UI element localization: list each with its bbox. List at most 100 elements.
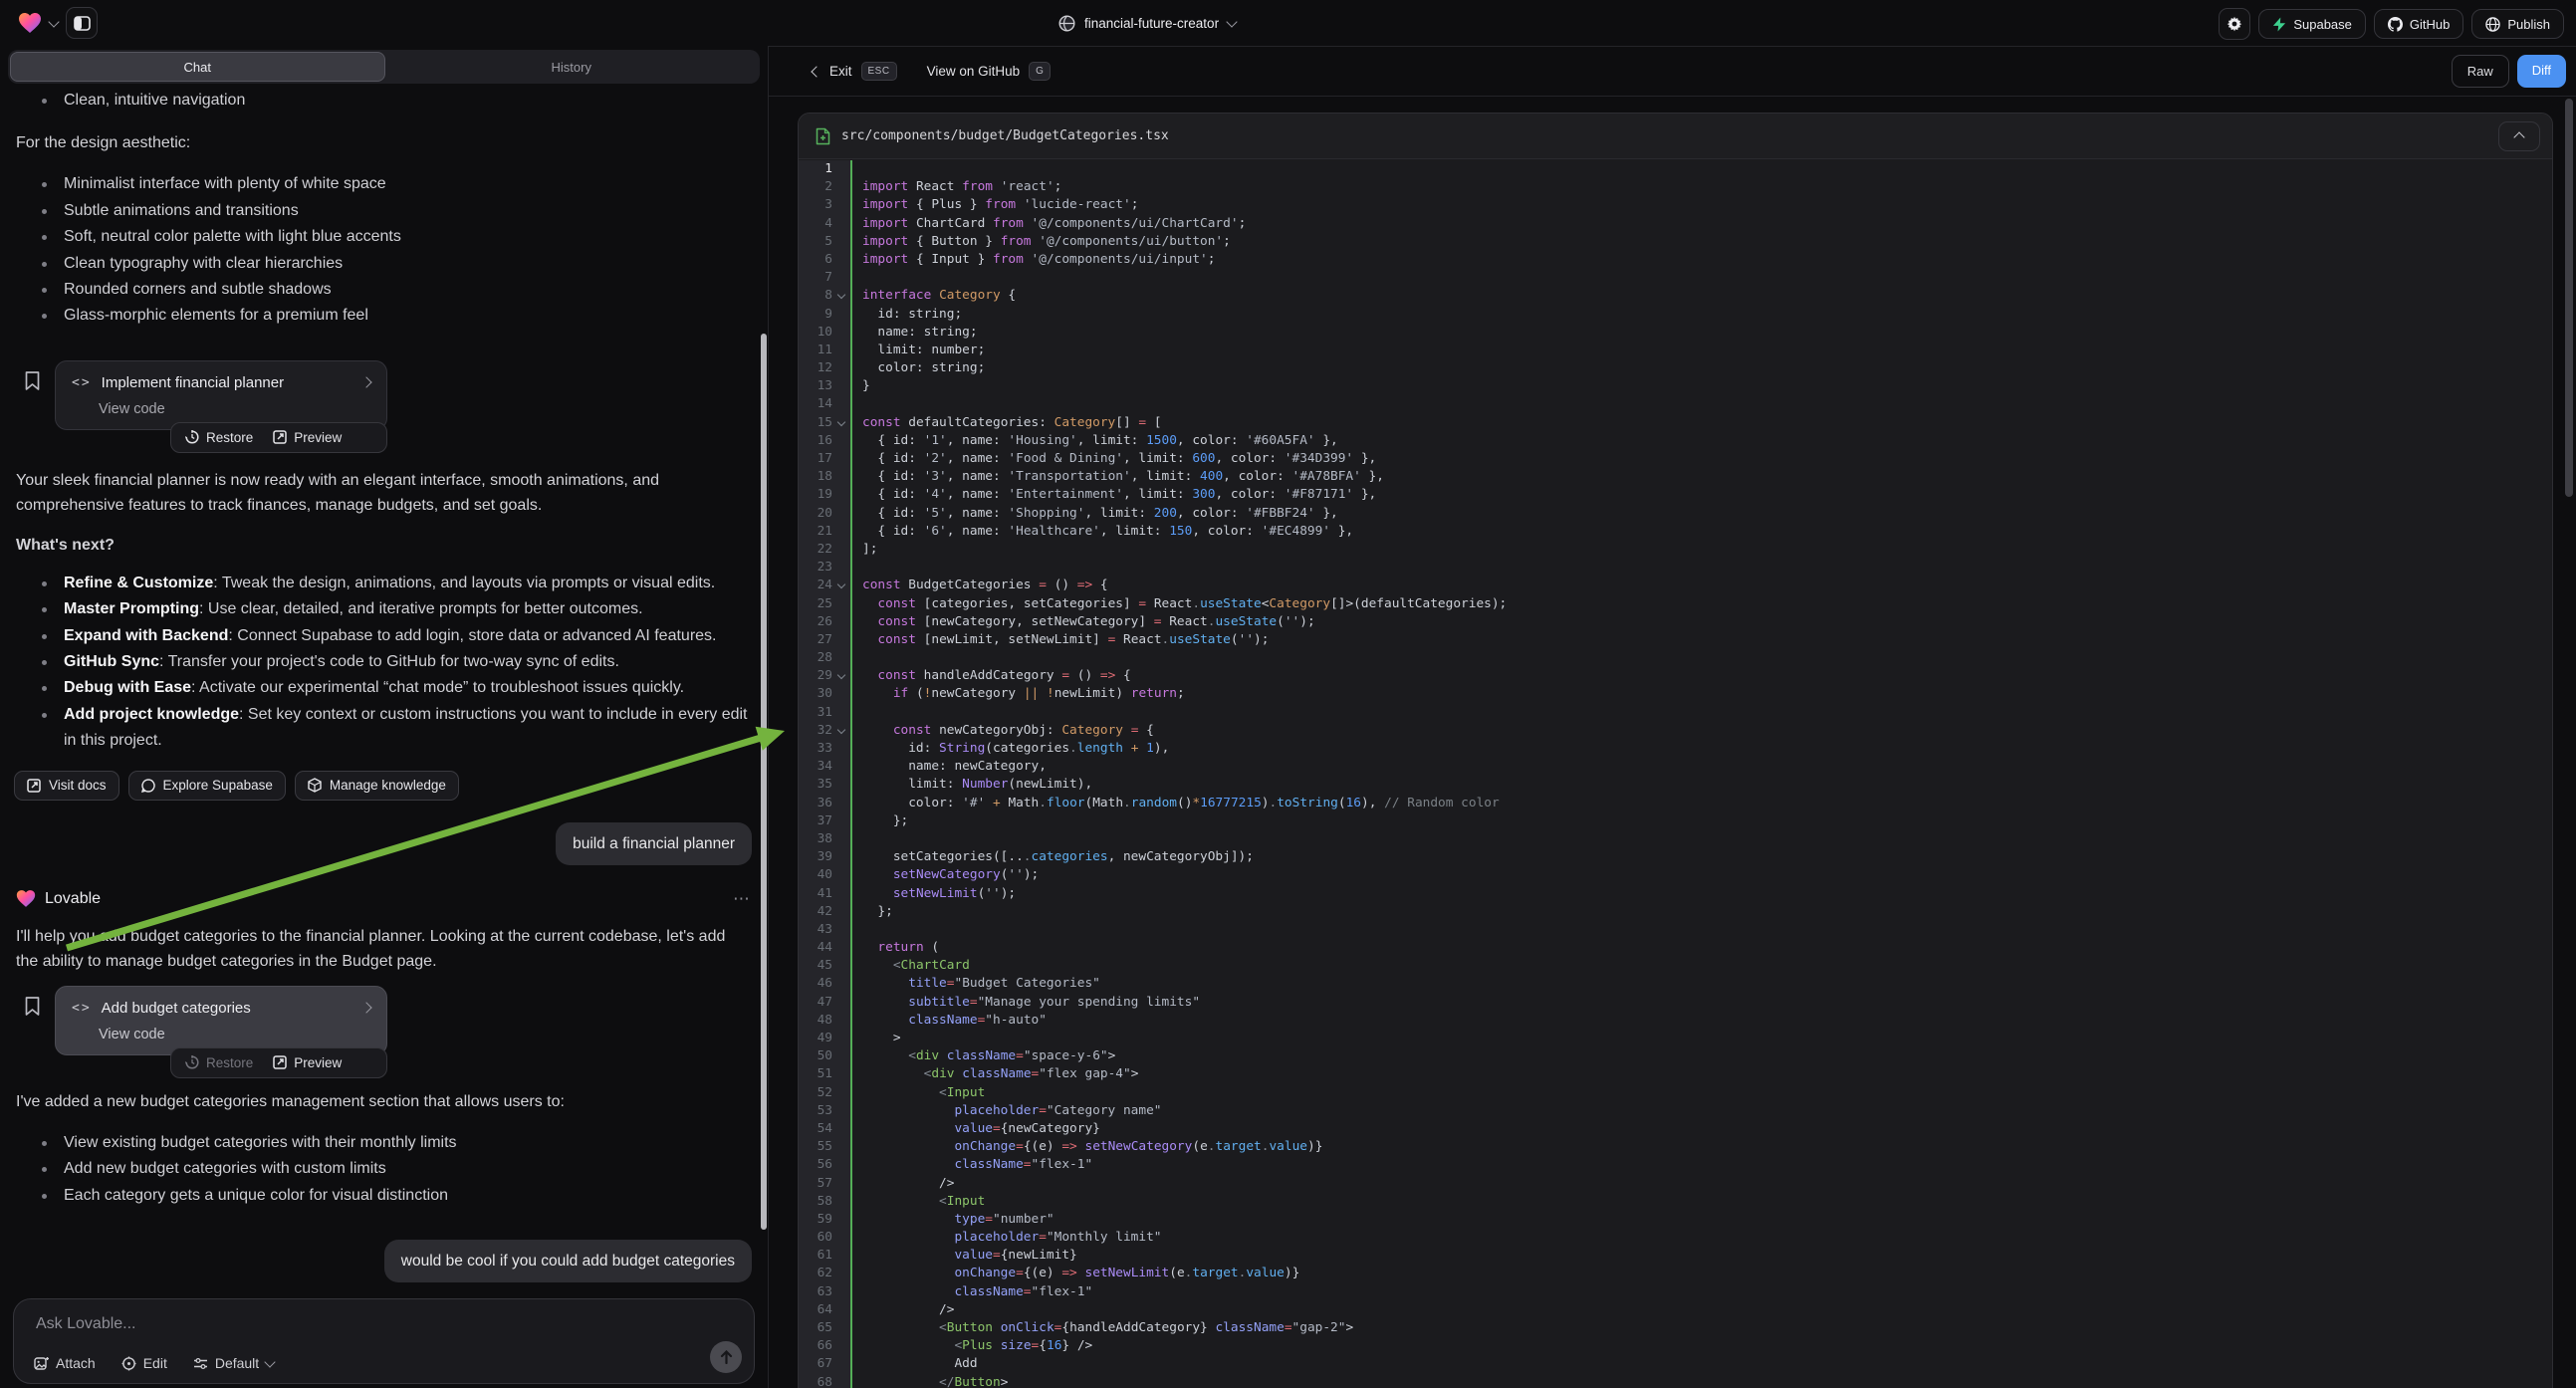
code-line: 28	[799, 649, 2552, 667]
code-line: 56 className="flex-1"	[799, 1156, 2552, 1174]
line-number: 47	[799, 994, 832, 1012]
chat-input[interactable]: Ask Lovable...	[36, 1315, 136, 1333]
fold-gutter	[832, 1374, 850, 1388]
version-card-add-budget-categories[interactable]: <> Add budget categories View code	[55, 986, 387, 1055]
fold-gutter[interactable]	[832, 287, 850, 305]
line-number: 28	[799, 649, 832, 667]
lovable-heart-logo-icon[interactable]	[18, 12, 42, 34]
line-number: 45	[799, 957, 832, 975]
view-code-link[interactable]: View code	[99, 1027, 370, 1042]
edit-label: Edit	[143, 1355, 167, 1371]
preview-button[interactable]: Preview	[273, 1055, 342, 1070]
chat-scrollbar[interactable]	[761, 334, 767, 1230]
line-number: 40	[799, 866, 832, 884]
logo-chevron-down-icon[interactable]	[48, 16, 59, 27]
message-menu-button[interactable]: ⋯	[733, 889, 752, 909]
code-editor[interactable]: 12import React from 'react';3import { Pl…	[799, 158, 2552, 1388]
model-mode-select[interactable]: Default	[193, 1355, 274, 1371]
publish-button[interactable]: Publish	[2471, 9, 2564, 39]
preview-button[interactable]: Preview	[273, 430, 342, 445]
edit-button[interactable]: Edit	[121, 1355, 167, 1371]
tab-chat[interactable]: Chat	[10, 52, 385, 82]
code-line: 66 <Plus size={16} />	[799, 1337, 2552, 1355]
line-number: 9	[799, 306, 832, 324]
mode-chevron-down-icon	[265, 1356, 276, 1367]
tab-history[interactable]: History	[385, 52, 759, 82]
code-line: 22];	[799, 541, 2552, 559]
preview-label: Preview	[294, 1055, 342, 1070]
line-number: 52	[799, 1084, 832, 1102]
code-line: 42 };	[799, 903, 2552, 921]
fold-gutter	[832, 649, 850, 667]
external-link-icon	[27, 779, 41, 793]
restore-button[interactable]: Restore	[185, 1055, 253, 1070]
code-line: 52 <Input	[799, 1084, 2552, 1102]
send-button[interactable]	[710, 1341, 742, 1373]
attach-button[interactable]: Attach	[34, 1355, 96, 1371]
line-number: 14	[799, 395, 832, 413]
bookmark-icon[interactable]	[24, 370, 41, 391]
code-line: 4import ChartCard from '@/components/ui/…	[799, 215, 2552, 233]
raw-toggle-button[interactable]: Raw	[2452, 55, 2509, 88]
fold-gutter	[832, 1047, 850, 1065]
code-scrollbar[interactable]	[2565, 99, 2573, 497]
code-line: 45 <ChartCard	[799, 957, 2552, 975]
restore-button[interactable]: Restore	[185, 430, 253, 445]
fold-gutter	[832, 1193, 850, 1211]
chat-messages: Clean, intuitive navigation For the desi…	[0, 80, 768, 1292]
list-item: Glass-morphic elements for a premium fee…	[30, 303, 752, 329]
supabase-bolt-icon	[2272, 17, 2286, 32]
code-line: 16 { id: '1', name: 'Housing', limit: 15…	[799, 432, 2552, 450]
fold-gutter	[832, 939, 850, 957]
list-item: Clean typography with clear hierarchies	[30, 251, 752, 277]
version-toolbar: Restore Preview	[170, 422, 387, 453]
fold-gutter[interactable]	[832, 577, 850, 594]
fold-gutter	[832, 595, 850, 613]
project-switcher[interactable]: financial-future-creator	[1058, 0, 1236, 46]
version-card-implement-financial-planner[interactable]: <> Implement financial planner View code	[55, 360, 387, 430]
line-number: 27	[799, 631, 832, 649]
fold-gutter[interactable]	[832, 722, 850, 740]
code-line: 60 placeholder="Monthly limit"	[799, 1229, 2552, 1247]
exit-button[interactable]: Exit ESC	[813, 62, 897, 81]
settings-button[interactable]	[2219, 8, 2250, 40]
line-number: 66	[799, 1337, 832, 1355]
sidebar-toggle-button[interactable]	[66, 7, 98, 39]
line-number: 62	[799, 1265, 832, 1282]
file-path: src/components/budget/BudgetCategories.t…	[841, 128, 1169, 143]
fold-gutter[interactable]	[832, 414, 850, 432]
fold-gutter	[832, 233, 850, 251]
view-code-link[interactable]: View code	[99, 401, 370, 417]
preview-icon	[273, 1055, 287, 1069]
explore-supabase-button[interactable]: Explore Supabase	[128, 771, 286, 801]
chat-history-tabs: Chat History	[8, 50, 760, 84]
line-number: 4	[799, 215, 832, 233]
bookmark-icon[interactable]	[24, 996, 41, 1017]
fold-gutter	[832, 359, 850, 377]
view-on-github-button[interactable]: View on GitHub G	[927, 62, 1052, 81]
file-header[interactable]: src/components/budget/BudgetCategories.t…	[799, 114, 2552, 159]
lovable-avatar-heart-icon	[16, 889, 36, 908]
supabase-button[interactable]: Supabase	[2258, 9, 2366, 39]
diff-toggle-button[interactable]: Diff	[2517, 55, 2566, 88]
line-number: 61	[799, 1247, 832, 1265]
github-label: GitHub	[2410, 17, 2450, 32]
chevron-right-icon	[360, 1003, 371, 1014]
manage-knowledge-button[interactable]: Manage knowledge	[295, 771, 459, 801]
whats-next-item: Expand with Backend: Connect Supabase to…	[30, 623, 752, 649]
visit-docs-button[interactable]: Visit docs	[14, 771, 119, 801]
collapse-file-button[interactable]	[2498, 121, 2540, 151]
gear-icon	[2226, 16, 2242, 32]
fold-gutter[interactable]	[832, 667, 850, 685]
code-line: 11 limit: number;	[799, 342, 2552, 359]
version-toolbar: Restore Preview	[170, 1047, 387, 1078]
github-button[interactable]: GitHub	[2374, 9, 2463, 39]
code-line: 24const BudgetCategories = () => {	[799, 577, 2552, 594]
fold-gutter	[832, 848, 850, 866]
list-item: Soft, neutral color palette with light b…	[30, 224, 752, 250]
fold-gutter	[832, 251, 850, 269]
fold-gutter	[832, 541, 850, 559]
file-added-icon	[816, 127, 830, 145]
chat-composer[interactable]: Ask Lovable... Attach Edit Default	[13, 1298, 755, 1384]
target-icon	[121, 1356, 136, 1371]
